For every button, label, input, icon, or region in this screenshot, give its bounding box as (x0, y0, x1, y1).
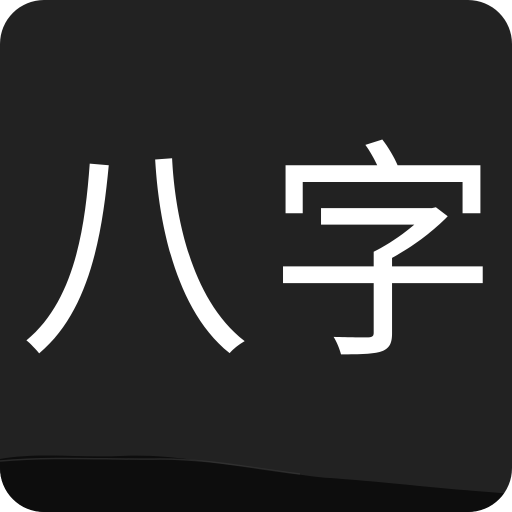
ink-mountain-ridge (0, 455, 512, 512)
glyph-zi: 字 (266, 121, 499, 391)
app-icon[interactable]: 八 字 (0, 0, 512, 512)
glyph-ba: 八 (18, 121, 251, 391)
